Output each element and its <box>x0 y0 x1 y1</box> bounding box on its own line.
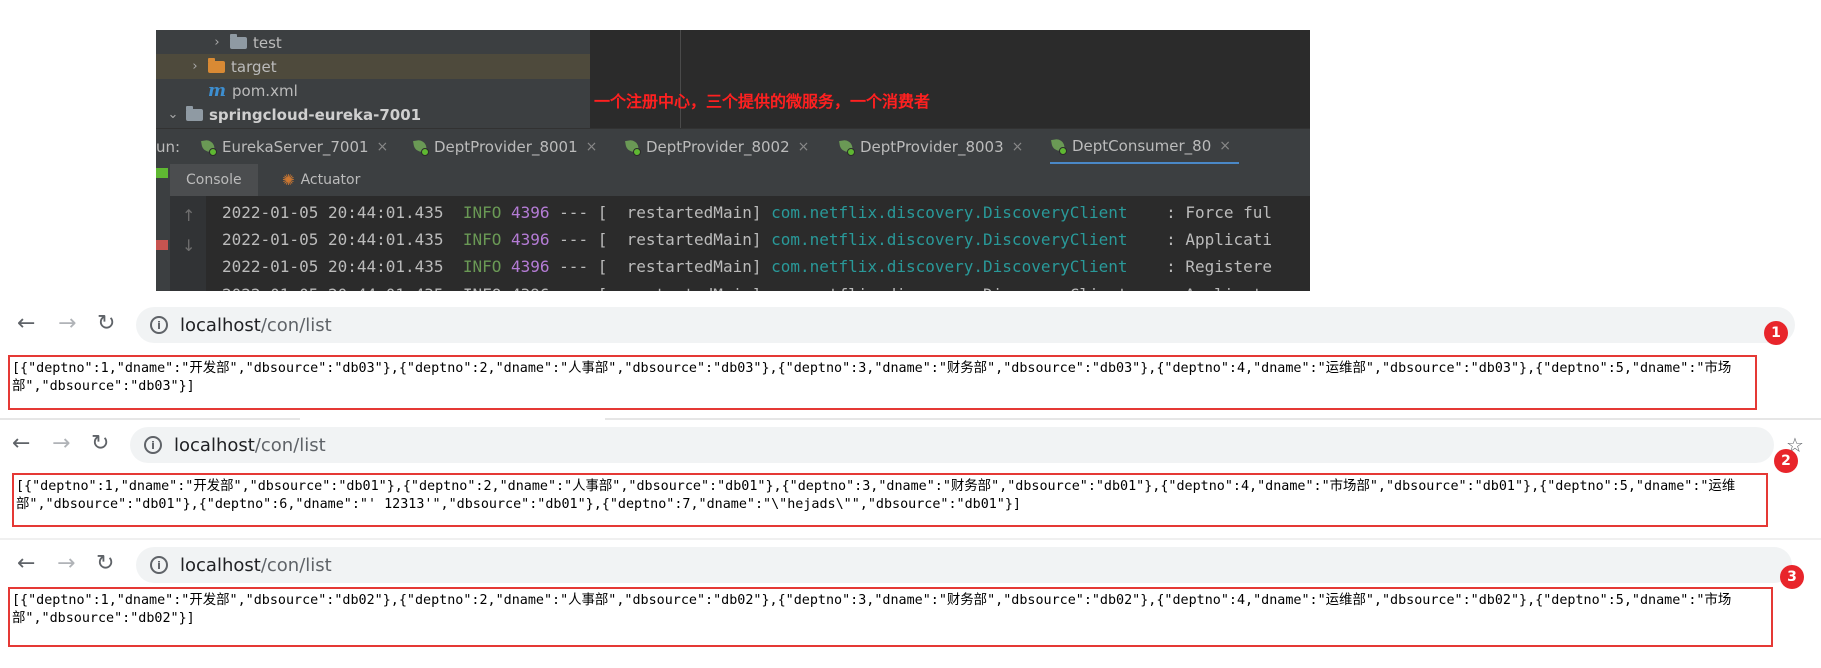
tree-item-eureka-module[interactable]: ⌄ springcloud-eureka-7001 <box>156 102 590 127</box>
tab-actuator[interactable]: ✺ Actuator <box>282 164 360 196</box>
tree-item-label: pom.xml <box>232 81 298 100</box>
log-line-partial: 2022-01-05 20:44:01.435 INFO 4396 --- [ … <box>222 282 1262 291</box>
back-icon[interactable]: ← <box>12 433 30 455</box>
run-side-toolbar <box>156 164 170 291</box>
address-bar[interactable]: i localhost/con/list <box>136 307 1795 343</box>
scroll-down-icon[interactable]: ↓ <box>182 236 195 255</box>
tree-item-test[interactable]: › test <box>156 30 590 55</box>
close-icon[interactable]: × <box>1012 139 1024 155</box>
json-response: [{"deptno":1,"dname":"开发部","dbsource":"d… <box>12 473 1768 527</box>
divider <box>605 418 1821 420</box>
run-tab-label: DeptConsumer_80 <box>1072 136 1212 155</box>
folder-icon <box>208 57 225 73</box>
url-host: localhost <box>180 314 261 336</box>
json-response: [{"deptno":1,"dname":"开发部","dbsource":"d… <box>8 587 1773 647</box>
run-tab-label: EurekaServer_7001 <box>222 138 369 156</box>
close-icon[interactable]: × <box>586 139 598 155</box>
forward-icon[interactable]: → <box>58 313 76 335</box>
chevron-right-icon[interactable]: › <box>188 59 202 74</box>
info-icon[interactable]: i <box>144 436 162 454</box>
json-response: [{"deptno":1,"dname":"开发部","dbsource":"d… <box>8 355 1757 410</box>
actuator-icon: ✺ <box>282 171 295 189</box>
tab-console[interactable]: Console <box>170 164 258 196</box>
back-icon[interactable]: ← <box>17 553 35 575</box>
url-host: localhost <box>174 434 255 456</box>
back-icon[interactable]: ← <box>17 313 35 335</box>
run-tab-label: DeptProvider_8002 <box>646 138 790 156</box>
rerun-icon[interactable] <box>156 168 168 178</box>
close-icon[interactable]: × <box>377 139 389 155</box>
url-path: /con/list <box>260 314 332 336</box>
console-panel: Console ✺ Actuator ↑ ↓ 2022-01-05 20:44:… <box>170 164 1310 291</box>
run-tab-consumer-80[interactable]: DeptConsumer_80 × <box>1050 129 1239 165</box>
run-tool-tabs: un: EurekaServer_7001 × DeptProvider_800… <box>156 128 1310 166</box>
module-icon <box>186 105 203 121</box>
forward-icon[interactable]: → <box>52 433 70 455</box>
reload-icon[interactable]: ↻ <box>96 553 114 575</box>
run-tab-provider-8003[interactable]: DeptProvider_8003 × <box>838 129 1023 165</box>
run-tab-label: DeptProvider_8001 <box>434 138 578 156</box>
number-badge: 2 <box>1774 449 1798 473</box>
chevron-down-icon[interactable]: ⌄ <box>166 107 180 122</box>
divider <box>0 418 300 420</box>
log-line: 2022-01-05 20:44:01.435 INFO 4396 --- [ … <box>222 257 1273 276</box>
url-path: /con/list <box>254 434 326 456</box>
editor-gutter-divider <box>680 30 681 128</box>
tree-item-label: springcloud-eureka-7001 <box>209 105 422 124</box>
info-icon[interactable]: i <box>150 556 168 574</box>
editor-area <box>590 30 1310 128</box>
tree-item-target[interactable]: › target <box>156 54 590 79</box>
console-tabs: Console ✺ Actuator <box>170 164 1310 196</box>
spring-boot-icon <box>1050 138 1067 155</box>
scroll-up-icon[interactable]: ↑ <box>182 206 195 225</box>
maven-icon: m <box>208 80 226 101</box>
close-icon[interactable]: × <box>798 139 810 155</box>
log-line: 2022-01-05 20:44:01.435 INFO 4396 --- [ … <box>222 230 1273 249</box>
number-badge: 3 <box>1780 565 1804 589</box>
tab-label: Actuator <box>300 172 361 188</box>
divider <box>0 538 1821 540</box>
run-label: un: <box>156 138 181 156</box>
console-gutter: ↑ ↓ <box>170 196 206 291</box>
chevron-right-icon[interactable]: › <box>210 35 224 50</box>
close-icon[interactable]: × <box>1219 138 1231 154</box>
stop-icon[interactable] <box>156 240 168 250</box>
info-icon[interactable]: i <box>150 316 168 334</box>
annotation-text: 一个注册中心，三个提供的微服务，一个消费者 <box>594 92 931 111</box>
spring-boot-icon <box>624 139 641 156</box>
run-tab-provider-8002[interactable]: DeptProvider_8002 × <box>624 129 809 165</box>
reload-icon[interactable]: ↻ <box>91 433 109 455</box>
address-bar[interactable]: i localhost/con/list <box>130 427 1774 463</box>
spring-boot-icon <box>412 139 429 156</box>
number-badge: 1 <box>1764 321 1788 345</box>
tree-item-label: target <box>231 57 277 76</box>
tree-item-label: test <box>253 33 282 52</box>
tab-label: Console <box>186 172 242 188</box>
log-line: 2022-01-05 20:44:01.435 INFO 4396 --- [ … <box>222 203 1273 222</box>
run-tab-eureka-server[interactable]: EurekaServer_7001 × <box>200 129 388 165</box>
ide-window: › test › target m pom.xml ⌄ springcloud-… <box>156 30 1310 291</box>
run-tab-label: DeptProvider_8003 <box>860 138 1004 156</box>
spring-boot-icon <box>838 139 855 156</box>
spring-boot-icon <box>200 139 217 156</box>
address-bar[interactable]: i localhost/con/list <box>136 547 1792 583</box>
forward-icon[interactable]: → <box>57 553 75 575</box>
tree-item-pom[interactable]: m pom.xml <box>156 78 590 103</box>
url-path: /con/list <box>260 554 332 576</box>
project-tree: › test › target m pom.xml ⌄ springcloud-… <box>156 30 590 128</box>
url-host: localhost <box>180 554 261 576</box>
run-tab-provider-8001[interactable]: DeptProvider_8001 × <box>412 129 597 165</box>
reload-icon[interactable]: ↻ <box>97 313 115 335</box>
folder-icon <box>230 33 247 49</box>
